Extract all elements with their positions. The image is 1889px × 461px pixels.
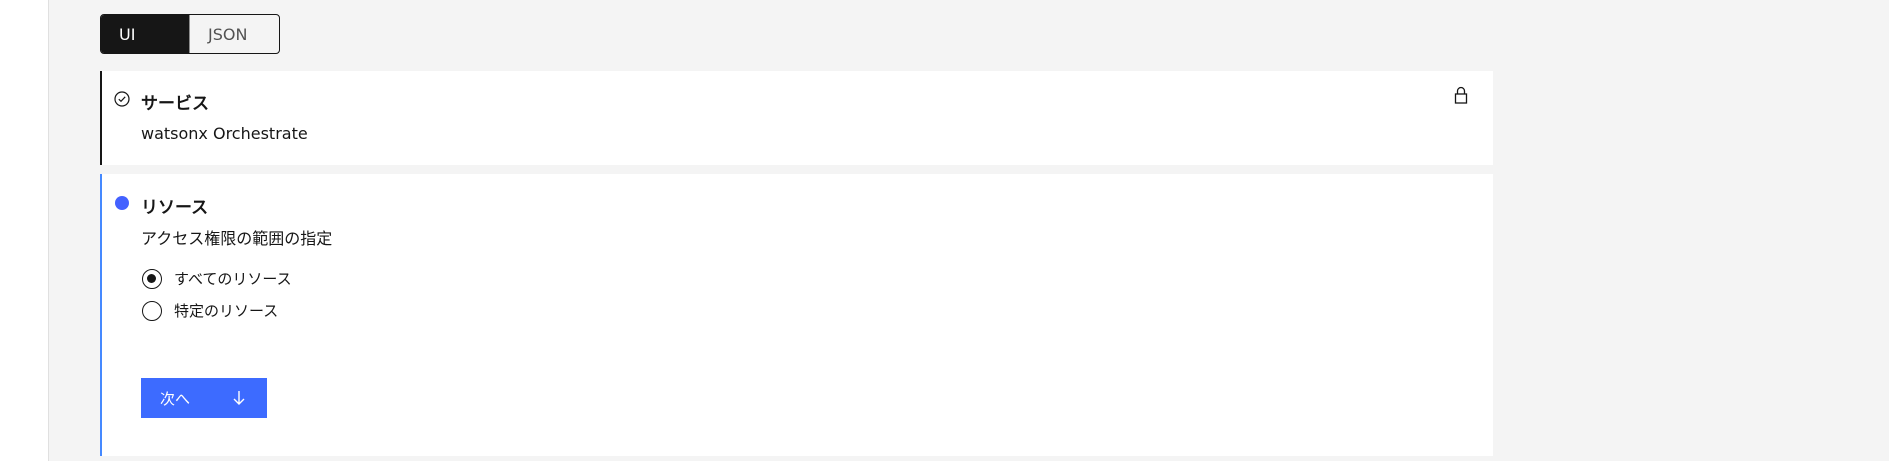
- radio-label: 特定のリソース: [174, 302, 279, 320]
- radio-button-checked[interactable]: [142, 268, 162, 289]
- lock-icon: [1454, 86, 1468, 104]
- radio-label: すべてのリソース: [174, 270, 292, 288]
- resource-step-card: リソース アクセス権限の範囲の指定 すべてのリソース 特定のリソース 次へ: [100, 174, 1493, 456]
- view-switcher: UI JSON: [100, 14, 280, 54]
- tab-json[interactable]: JSON: [189, 15, 277, 53]
- resource-step-description: アクセス権限の範囲の指定: [141, 229, 333, 248]
- service-step-card: サービス watsonx Orchestrate: [100, 71, 1493, 165]
- tab-ui[interactable]: UI: [101, 15, 189, 53]
- radio-specific-resources[interactable]: 特定のリソース: [142, 300, 278, 321]
- left-rail: [0, 0, 49, 461]
- service-step-title: サービス: [141, 94, 209, 114]
- service-step-value: watsonx Orchestrate: [141, 124, 308, 143]
- next-button-label: 次へ: [160, 389, 191, 408]
- arrow-down-icon: [233, 391, 245, 405]
- checkmark-outline-icon: [114, 91, 130, 107]
- radio-all-resources[interactable]: すべてのリソース: [142, 268, 292, 289]
- current-step-indicator: [115, 196, 129, 210]
- resource-step-title: リソース: [141, 198, 209, 218]
- radio-button-unchecked[interactable]: [142, 300, 162, 321]
- next-button[interactable]: 次へ: [141, 378, 267, 418]
